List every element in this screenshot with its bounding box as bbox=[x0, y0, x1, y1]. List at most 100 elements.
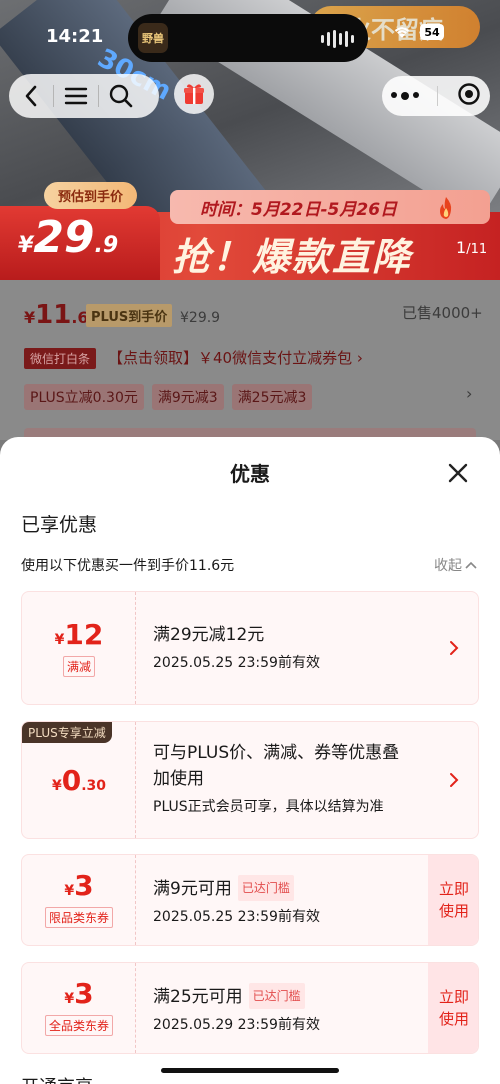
coupon-type-badge: 限品类东券 bbox=[22, 907, 136, 928]
discount-card-full-reduction[interactable]: ¥12 满减 满29元减12元 2025.05.25 23:59前有效 bbox=[21, 591, 479, 705]
audio-wave-icon bbox=[321, 30, 354, 48]
nav-divider bbox=[437, 86, 439, 106]
promo-banner: 预估到手价 ¥29.9 时间：5月22日-5月26日 抢！爆款直降 1/11 bbox=[0, 176, 500, 280]
nav-capsule-left bbox=[9, 74, 159, 118]
use-now-button[interactable]: 立即 使用 bbox=[428, 963, 478, 1053]
coupon-chip[interactable]: PLUS立减0.30元 bbox=[24, 384, 144, 410]
coupon-amount: ¥3 bbox=[22, 977, 136, 1010]
original-price: ¥29.9 bbox=[180, 310, 221, 326]
menu-icon bbox=[64, 87, 88, 105]
page-current: 1 bbox=[456, 238, 467, 257]
card-title-line2: 加使用 bbox=[153, 769, 204, 789]
coupon-type-badge: 全品类东券 bbox=[22, 1015, 136, 1036]
amount-symbol: ¥ bbox=[54, 632, 65, 648]
use-now-button[interactable]: 立即 使用 bbox=[428, 855, 478, 945]
card-validity: 2025.05.29 23:59前有效 bbox=[153, 1017, 320, 1033]
amount-symbol: ¥ bbox=[51, 778, 62, 794]
back-icon bbox=[25, 85, 37, 107]
amount-integer: 0 bbox=[61, 764, 82, 797]
dynamic-island: 野兽 bbox=[128, 14, 368, 62]
more-icon bbox=[391, 92, 420, 100]
card-title: 满9元可用 已达门槛 bbox=[153, 875, 320, 902]
back-button[interactable] bbox=[9, 74, 53, 118]
amount-integer: 3 bbox=[74, 869, 94, 902]
coupon-chip[interactable]: 满25元减3 bbox=[231, 384, 313, 410]
amount-integer: 3 bbox=[74, 977, 94, 1010]
wechat-tag: 微信打白条 bbox=[24, 348, 97, 369]
product-hero-image[interactable]: 30cm 火不留痕 14:21 野兽 54 bbox=[0, 0, 500, 280]
close-button[interactable] bbox=[444, 459, 472, 487]
discount-type-badge: 满减 bbox=[22, 656, 136, 677]
coupon-condition: 满9元可用 bbox=[153, 879, 232, 899]
card-title: 满29元减12元 bbox=[153, 625, 265, 645]
battery-icon: 54 bbox=[420, 24, 444, 40]
plus-price-tag: PLUS到手价 bbox=[86, 304, 173, 327]
home-indicator[interactable] bbox=[161, 1068, 339, 1073]
collapse-label: 收起 bbox=[434, 558, 462, 574]
status-time: 14:21 bbox=[46, 26, 104, 47]
gift-button[interactable] bbox=[174, 74, 214, 114]
coupon-chip[interactable]: 满9元减3 bbox=[151, 384, 224, 410]
discount-amount: ¥12 bbox=[22, 618, 136, 651]
collapse-button[interactable]: 收起 bbox=[434, 555, 477, 575]
menu-button[interactable] bbox=[54, 74, 98, 118]
discount-description: 使用以下优惠买一件到手价11.6元 bbox=[21, 558, 235, 574]
card-note: PLUS正式会员可享，具体以结算为准 bbox=[153, 799, 384, 815]
amount-symbol: ¥ bbox=[64, 883, 75, 899]
search-button[interactable] bbox=[99, 74, 143, 118]
chevron-up-icon bbox=[465, 561, 477, 569]
card-title: 满25元可用 已达门槛 bbox=[153, 983, 320, 1010]
threshold-badge: 已达门槛 bbox=[248, 983, 305, 1009]
status-indicators: 54 bbox=[392, 24, 444, 40]
threshold-badge: 已达门槛 bbox=[237, 875, 294, 901]
badge-label: 限品类东券 bbox=[44, 907, 113, 928]
price-symbol: ¥ bbox=[24, 308, 36, 327]
amount-symbol: ¥ bbox=[64, 991, 75, 1007]
discount-sheet: 优惠 已享优惠 使用以下优惠买一件到手价11.6元 收起 ¥12 满减 满29元… bbox=[0, 437, 500, 1084]
use-now-label: 立即 使用 bbox=[439, 878, 469, 922]
wifi-icon bbox=[394, 27, 410, 38]
close-icon bbox=[448, 463, 468, 483]
promo-slogan: 抢！爆款直降 bbox=[172, 235, 413, 279]
more-button[interactable] bbox=[391, 92, 420, 100]
search-icon bbox=[109, 84, 133, 108]
nav-capsule-right bbox=[382, 76, 490, 116]
use-now-line1: 立即 bbox=[438, 880, 469, 898]
amount-decimal: .30 bbox=[81, 778, 107, 794]
wechat-coupon-link[interactable]: 【点击领取】￥40微信支付立减券包 › bbox=[108, 347, 363, 368]
footer-section-title: 开通京享 bbox=[21, 1073, 93, 1084]
price-decimal: .9 bbox=[94, 233, 119, 258]
coupon-amount: ¥3 bbox=[22, 869, 136, 902]
gift-icon bbox=[184, 84, 204, 104]
card-details: 满9元可用 已达门槛 2025.05.25 23:59前有效 bbox=[153, 875, 320, 926]
use-now-label: 立即 使用 bbox=[439, 986, 469, 1030]
close-miniapp-button[interactable] bbox=[457, 82, 481, 110]
chevron-right-icon bbox=[450, 641, 459, 655]
chevron-right-icon[interactable]: › bbox=[466, 384, 472, 403]
use-now-line2: 使用 bbox=[438, 1010, 469, 1028]
price-integer: 11 bbox=[35, 300, 72, 330]
discount-card-plus[interactable]: PLUS专享立减 ¥0.30 可与PLUS价、满减、券等优惠叠 加使用 PLUS… bbox=[21, 721, 479, 839]
badge-label: 全品类东券 bbox=[44, 1015, 113, 1036]
card-details: 满25元可用 已达门槛 2025.05.29 23:59前有效 bbox=[153, 983, 320, 1034]
page-total: /11 bbox=[466, 242, 488, 257]
target-icon bbox=[458, 83, 480, 105]
plus-corner-label: PLUS专享立减 bbox=[22, 722, 112, 743]
promo-tag: 预估到手价 bbox=[44, 182, 138, 209]
use-now-line1: 立即 bbox=[438, 988, 469, 1006]
discount-amount: ¥0.30 bbox=[22, 764, 136, 797]
coupon-card-category: ¥3 限品类东券 满9元可用 已达门槛 2025.05.25 23:59前有效 立… bbox=[21, 854, 479, 946]
coupon-card-all-category: ¥3 全品类东券 满25元可用 已达门槛 2025.05.29 23:59前有效 … bbox=[21, 962, 479, 1054]
image-page-indicator: 1/11 bbox=[456, 238, 487, 257]
badge-label: 满减 bbox=[62, 656, 95, 677]
card-details: 可与PLUS价、满减、券等优惠叠 加使用 PLUS正式会员可享，具体以结算为准 bbox=[153, 740, 399, 816]
amount-integer: 12 bbox=[64, 618, 104, 651]
flame-icon bbox=[440, 197, 452, 219]
product-price: ¥11.6 bbox=[24, 300, 89, 330]
price-integer: 29 bbox=[33, 212, 95, 263]
promo-price: ¥29.9 bbox=[18, 212, 118, 263]
card-validity: 2025.05.25 23:59前有效 bbox=[153, 909, 320, 925]
coupon-chips[interactable]: PLUS立减0.30元 满9元减3 满25元减3 bbox=[24, 384, 313, 410]
section-title: 已享优惠 bbox=[21, 514, 98, 536]
product-info: ¥11.6 PLUS到手价 ¥29.9 已售4000+ 微信打白条 【点击领取】… bbox=[0, 280, 500, 448]
